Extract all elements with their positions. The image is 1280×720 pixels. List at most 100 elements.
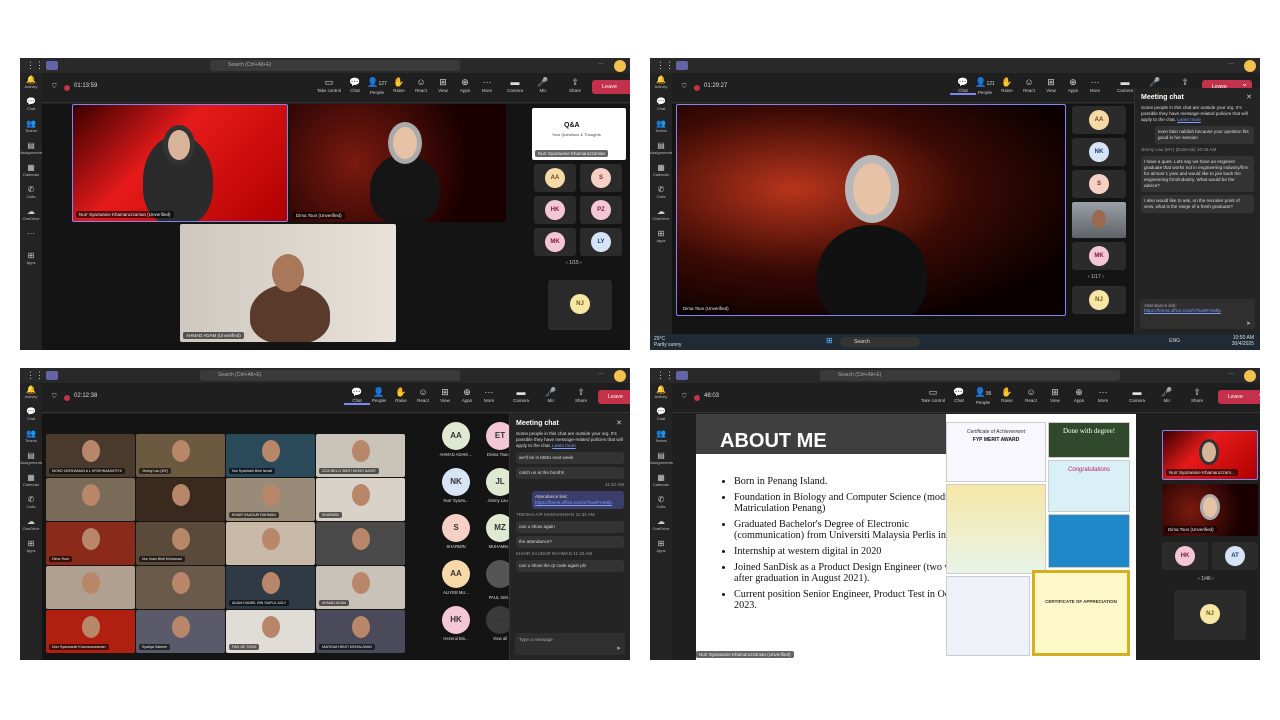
video-tile[interactable] xyxy=(1072,202,1126,238)
video-tile[interactable] xyxy=(136,478,225,521)
rail-chat[interactable]: 💬 Chat xyxy=(20,405,42,427)
participant-tile[interactable]: NK xyxy=(1072,138,1126,166)
rail-onedrive[interactable]: ☁ OneDrive xyxy=(20,205,42,227)
video-tile[interactable] xyxy=(316,522,405,565)
video-tile[interactable]: Dima Tsun (Unverified) xyxy=(290,104,506,222)
video-tile[interactable]: Nurr Syazwanie Khamaruzzam... xyxy=(1162,430,1258,480)
people-button[interactable]: 👤95 People xyxy=(970,387,996,405)
close-icon[interactable]: ✕ xyxy=(616,419,622,427)
camera-button[interactable]: ▬ Camera xyxy=(502,77,528,93)
rail-activity[interactable]: 🔔 Activity xyxy=(650,73,672,95)
leave-button[interactable]: Leave xyxy=(598,390,630,404)
rail-assignments[interactable]: ▤ Assignments xyxy=(650,139,673,161)
video-tile[interactable]: Jimmy Lau (MY) xyxy=(136,434,225,477)
rail-calendar[interactable]: ▦ Calendar xyxy=(650,161,672,183)
search-input[interactable]: Search (Ctrl+Alt+E) xyxy=(200,370,460,381)
self-view-tile[interactable]: NJ xyxy=(1174,590,1246,640)
mic-button[interactable]: 🎤Mic xyxy=(530,77,556,93)
send-icon[interactable]: ➤ xyxy=(1246,320,1251,327)
video-tile[interactable]: SHARMIN xyxy=(316,478,405,521)
search-input[interactable]: Search (Ctrl+Alt+E) xyxy=(210,60,460,71)
avatar[interactable] xyxy=(614,60,626,72)
video-tile[interactable]: Nurr Syazwanie Khamaruzzaman (Unverified… xyxy=(72,104,288,222)
video-tile[interactable]: Syafiqa Saleem xyxy=(136,610,225,653)
avatar[interactable] xyxy=(1244,60,1256,72)
raise-button[interactable]: ✋ Raise xyxy=(994,387,1020,403)
rail-chat[interactable]: 💬 Chat xyxy=(20,95,42,117)
app-launcher-icon[interactable]: ⋮⋮ xyxy=(26,370,44,381)
chat-button[interactable]: 💬 Chat xyxy=(946,387,972,403)
search-input[interactable]: Search (Ctrl+Alt+E) xyxy=(820,370,1120,381)
participant-tile[interactable]: LY xyxy=(580,228,622,256)
rail-more[interactable]: ··· xyxy=(20,227,42,249)
rail-calls[interactable]: ✆ Calls xyxy=(650,493,672,515)
share-button[interactable]: ⇧Share xyxy=(1184,387,1210,403)
gallery-pager[interactable]: ‹ 1/46 › xyxy=(1198,576,1214,582)
learn-more-link[interactable]: Learn more xyxy=(552,443,576,448)
self-view-tile[interactable]: NJ xyxy=(548,280,612,330)
rail-onedrive[interactable]: ☁ OneDrive xyxy=(650,515,672,537)
language-indicator[interactable]: ENG xyxy=(1169,338,1180,344)
rail-chat[interactable]: 💬 Chat xyxy=(650,405,672,427)
rail-apps[interactable]: ⊞ Apps xyxy=(20,249,42,271)
rail-assignments[interactable]: ▤ Assignments xyxy=(20,449,43,471)
participant-tile[interactable]: PZ xyxy=(580,196,622,224)
participant-tile[interactable]: NK Nurr Syazw... xyxy=(436,468,476,510)
app-launcher-icon[interactable]: ⋮⋮ xyxy=(26,60,44,71)
presenter-video[interactable]: Dima Tsun (Unverified) xyxy=(676,104,1066,316)
close-icon[interactable]: ✕ xyxy=(1246,93,1252,101)
taskbar-search[interactable]: Search xyxy=(840,337,920,347)
send-icon[interactable]: ➤ xyxy=(616,645,621,652)
rail-activity[interactable]: 🔔 Activity xyxy=(650,383,672,405)
participant-tile[interactable]: S SHARMIN xyxy=(436,514,476,556)
take-control-button[interactable]: ▭ Take control xyxy=(920,387,946,403)
participant-tile[interactable]: AA AHMAD ADAM ... xyxy=(436,422,476,464)
participant-tile[interactable]: S xyxy=(1072,170,1126,198)
video-tile[interactable] xyxy=(46,566,135,609)
video-tile[interactable]: Nur Iman Binti Muhamad xyxy=(136,522,225,565)
avatar[interactable] xyxy=(1244,370,1256,382)
rail-assignments[interactable]: ▤ Assignments xyxy=(650,449,673,471)
participant-tile[interactable]: HK Hezerul Bin... xyxy=(436,606,476,648)
share-button[interactable]: ⇧Share xyxy=(568,387,594,403)
video-tile[interactable]: ADAM DANIEL BIN SAIFUL AZLY xyxy=(226,566,315,609)
weather-widget[interactable]: 29°C Partly sunny xyxy=(654,336,682,348)
more-button[interactable]: ··· More xyxy=(476,387,502,403)
clock[interactable]: 10:50 AM 30/4/2025 xyxy=(1232,335,1254,347)
camera-button[interactable]: ▬ Camera xyxy=(1124,387,1150,403)
mic-button[interactable]: 🎤Mic xyxy=(1154,387,1180,403)
share-button[interactable]: ⇧Share xyxy=(562,77,588,93)
video-tile[interactable]: AHMAD ADAM (Unverified) xyxy=(180,224,396,342)
video-tile[interactable]: MOHD NORHAMAN A L KRISHNAMURTHI xyxy=(46,434,135,477)
gallery-pager[interactable]: ‹ 1/17 › xyxy=(1088,274,1104,280)
participant-tile[interactable]: AA xyxy=(1072,106,1126,134)
video-tile[interactable]: Nurr Syazwanie Khamaruzzaman xyxy=(46,610,135,653)
participant-tile[interactable]: MK xyxy=(1072,242,1126,270)
rail-calls[interactable]: ✆ Calls xyxy=(650,183,672,205)
video-tile[interactable]: FAN JIE TONG xyxy=(226,610,315,653)
gallery-pager[interactable]: ‹ 1/15 › xyxy=(566,260,582,266)
video-tile[interactable]: MARDIAH BINTI MOHALIWAN xyxy=(316,610,405,653)
leave-button[interactable]: Leave xyxy=(592,80,630,94)
video-tile[interactable]: Dima Tsun (Unverified) xyxy=(1162,484,1258,536)
rail-chat[interactable]: 💬 Chat xyxy=(650,95,672,117)
participant-tile[interactable]: S xyxy=(580,164,622,192)
rail-calendar[interactable]: ▦ Calendar xyxy=(650,471,672,493)
rail-onedrive[interactable]: ☁ OneDrive xyxy=(650,205,672,227)
rail-assignments[interactable]: ▤ Assignments xyxy=(20,139,43,161)
view-button[interactable]: ⊞ View xyxy=(1042,387,1068,403)
video-tile[interactable]: Dima Tsun xyxy=(46,522,135,565)
rail-calendar[interactable]: ▦ Calendar xyxy=(20,161,42,183)
participant-tile[interactable]: AT xyxy=(1212,542,1258,570)
rail-apps[interactable]: ⊞ Apps xyxy=(650,227,672,249)
self-view-tile[interactable]: NJ xyxy=(1072,286,1126,314)
apps-button[interactable]: ⊕ Apps xyxy=(1066,387,1092,403)
video-tile[interactable]: IZZA NELLY BINTI MOHD NASIR xyxy=(316,434,405,477)
more-options-icon[interactable]: ··· xyxy=(1228,61,1234,67)
shared-content-thumbnail[interactable]: Q&A Your Questions & Thoughts Nurr Syazw… xyxy=(532,108,626,160)
rail-teams[interactable]: 👥 Teams xyxy=(20,427,42,449)
start-icon[interactable]: ⊞ xyxy=(826,336,833,345)
learn-more-link[interactable]: Learn more xyxy=(1177,117,1201,122)
more-button[interactable]: ··· More xyxy=(1082,77,1108,93)
participant-tile[interactable]: AA ALIYEB MU... xyxy=(436,560,476,602)
